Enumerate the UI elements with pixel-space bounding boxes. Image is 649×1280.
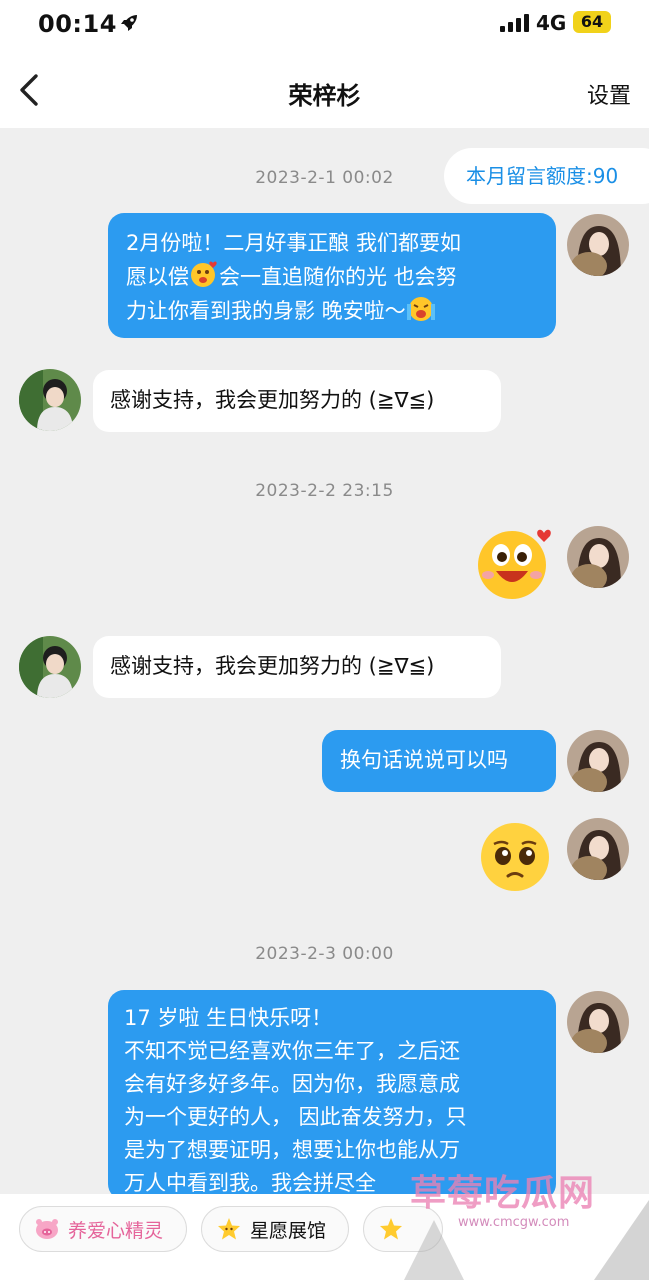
message-text: 力让你看到我的身影 晚安啦～ xyxy=(126,299,406,323)
message-bubble-sent[interactable]: 2月份啦！二月好事正酿 我们都要如 愿以偿 会一直追随你的光 也会努 力让你看到我… xyxy=(108,213,556,338)
message-bubble-sent[interactable]: 换句话说说可以吗 xyxy=(322,730,556,792)
star-avatar[interactable] xyxy=(19,369,81,431)
chip-label: 星愿展馆 xyxy=(250,1219,327,1242)
message-text: 会一直追随你的光 也会努 xyxy=(219,265,457,289)
watermark-triangle-icon xyxy=(404,1200,649,1280)
user-avatar[interactable] xyxy=(567,730,629,792)
timestamp: 2023-2-1 00:02 xyxy=(255,168,394,188)
message-line: 不知不觉已经喜欢你三年了，之后还 xyxy=(124,1039,460,1063)
excited-emoji-sticker[interactable] xyxy=(474,523,558,603)
battery-icon: 64 xyxy=(573,11,611,33)
rocket-icon xyxy=(121,15,137,31)
wish-gallery-button[interactable]: 星愿展馆 xyxy=(201,1206,349,1252)
message-text: 愿以偿 xyxy=(126,265,189,289)
signal-icon xyxy=(500,14,529,32)
message-bubble-received[interactable]: 感谢支持，我会更加努力的 (≧∇≦) xyxy=(93,636,501,698)
pig-sprite-icon xyxy=(36,1219,58,1239)
chip-label: 养爱心精灵 xyxy=(68,1219,164,1242)
message-line: 是为了想要证明，想要让你也能从万 xyxy=(124,1138,460,1162)
star-avatar[interactable] xyxy=(19,636,81,698)
message-line: 力让你看到我的身影 晚安啦～ xyxy=(126,294,538,328)
raise-sprite-button[interactable]: 养爱心精灵 xyxy=(19,1206,187,1252)
timestamp: 2023-2-3 00:00 xyxy=(255,944,394,964)
user-avatar[interactable] xyxy=(567,991,629,1053)
message-line: 愿以偿 会一直追随你的光 也会努 xyxy=(126,260,538,294)
crying-emoji-icon xyxy=(406,297,435,321)
blush-emoji-icon xyxy=(191,261,217,287)
message-line: 2月份啦！二月好事正酿 我们都要如 xyxy=(126,231,462,255)
user-avatar[interactable] xyxy=(567,214,629,276)
pleading-emoji-sticker[interactable] xyxy=(478,820,552,894)
user-avatar[interactable] xyxy=(567,526,629,588)
star-icon xyxy=(218,1218,240,1240)
message-line: 会有好多好多年。因为你，我愿意成 xyxy=(124,1072,460,1096)
status-bar: 00:14 4G 64 xyxy=(0,0,649,50)
message-line: 为一个更好的人， 因此奋发努力，只 xyxy=(124,1105,467,1129)
settings-button[interactable]: 设置 xyxy=(587,78,631,110)
message-bubble-received[interactable]: 感谢支持，我会更加努力的 (≧∇≦) xyxy=(93,370,501,432)
star-icon xyxy=(380,1218,402,1240)
nav-bar: 荣梓杉 设置 xyxy=(0,50,649,128)
timestamp: 2023-2-2 23:15 xyxy=(255,481,394,501)
status-time: 00:14 xyxy=(38,10,117,38)
page-title: 荣梓杉 xyxy=(288,82,361,110)
network-type: 4G xyxy=(536,11,567,35)
user-avatar[interactable] xyxy=(567,818,629,880)
message-line: 17 岁啦 生日快乐呀！ xyxy=(124,1006,333,1030)
